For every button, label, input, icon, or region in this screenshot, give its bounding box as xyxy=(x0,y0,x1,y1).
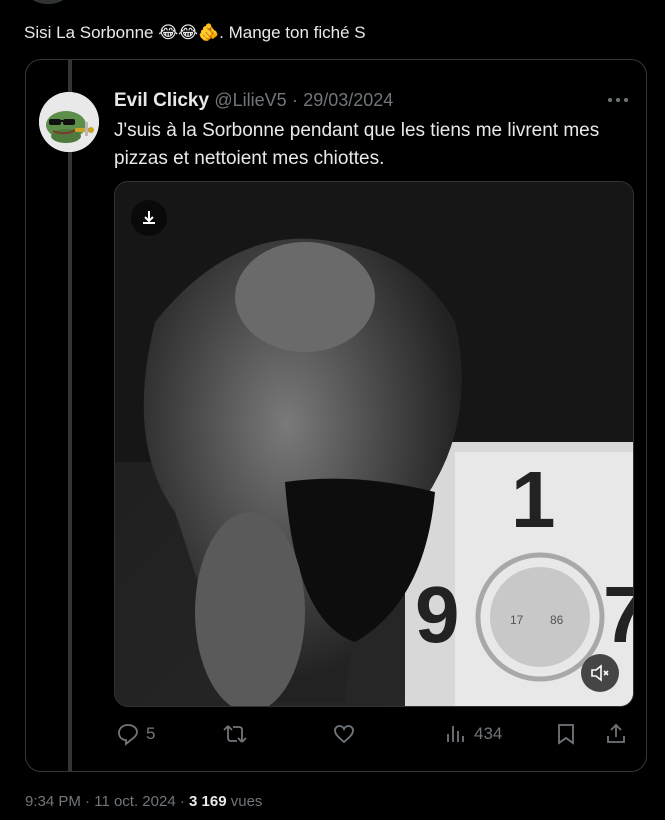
tweet-text: Sisi La Sorbonne 😂😂🫵. Mange ton fiché S xyxy=(24,22,366,44)
meta-separator: · xyxy=(179,793,185,810)
views-button[interactable]: 434 xyxy=(444,716,502,752)
laughing-crying-emoji: 😂 xyxy=(158,23,179,42)
video-player[interactable]: 17 86 1 9 7 xyxy=(114,181,634,707)
heart-icon xyxy=(334,725,354,744)
tweet-views-count: 3 169 xyxy=(189,793,227,810)
sign-small-text: 86 xyxy=(550,613,564,627)
like-button[interactable] xyxy=(332,716,362,752)
analytics-icon xyxy=(447,726,464,742)
tweet-views-label: vues xyxy=(230,793,263,810)
quoted-tweet-text: J'suis à la Sorbonne pendant que les tie… xyxy=(114,120,600,169)
mute-toggle-button[interactable] xyxy=(581,654,619,692)
retweet-button[interactable] xyxy=(222,716,254,752)
share-button[interactable] xyxy=(604,716,628,752)
reply-count: 5 xyxy=(146,724,156,743)
more-options-button[interactable] xyxy=(606,92,630,108)
meta-separator: · xyxy=(85,793,91,810)
tweet-meta: 9:34 PM · 11 oct. 2024 · 3 169 vues xyxy=(25,792,262,812)
action-bar: 5 434 xyxy=(114,716,634,752)
reply-button[interactable]: 5 xyxy=(116,716,155,752)
retweet-icon xyxy=(223,725,247,743)
more-horizontal-icon xyxy=(608,98,628,102)
frog-avatar-icon xyxy=(39,92,99,152)
pointing-at-viewer-emoji: 🫵 xyxy=(197,23,220,42)
sign-digit-left: 9 xyxy=(415,570,460,659)
download-button[interactable] xyxy=(131,200,167,236)
quoted-author-name[interactable]: Evil Clicky xyxy=(114,90,209,111)
laughing-crying-emoji: 😂 xyxy=(178,23,198,42)
thread-line xyxy=(68,60,72,771)
share-icon xyxy=(607,723,625,743)
quoted-tweet-header: Evil Clicky @LilieV5 · 29/03/2024 xyxy=(114,88,393,113)
sign-digit-top: 1 xyxy=(511,455,556,544)
tweet-time[interactable]: 9:34 PM xyxy=(25,793,81,810)
quoted-author-avatar[interactable] xyxy=(39,92,99,152)
page: Sisi La Sorbonne 😂😂🫵. Mange ton fiché S … xyxy=(0,0,665,820)
video-frame: 17 86 1 9 7 xyxy=(115,182,634,706)
quoted-tweet-date[interactable]: 29/03/2024 xyxy=(303,90,393,110)
quoted-author-handle[interactable]: @LilieV5 xyxy=(214,90,286,110)
speaker-muted-icon xyxy=(591,664,609,682)
download-icon xyxy=(143,211,155,224)
quoted-tweet-card[interactable]: Evil Clicky @LilieV5 · 29/03/2024 J'suis… xyxy=(25,59,647,772)
reply-icon xyxy=(118,724,138,746)
bookmark-icon xyxy=(558,724,574,745)
sign-digit-right: 7 xyxy=(603,570,634,659)
sign-small-text: 17 xyxy=(510,613,524,627)
bookmark-button[interactable] xyxy=(554,716,578,752)
author-avatar[interactable] xyxy=(30,0,66,4)
tweet-text-main: Sisi La Sorbonne xyxy=(24,23,154,42)
tweet-text-end: . Mange ton fiché S xyxy=(219,23,366,42)
header-separator: · xyxy=(291,90,298,110)
tweet-date[interactable]: 11 oct. 2024 xyxy=(94,793,175,810)
views-count: 434 xyxy=(474,724,503,743)
